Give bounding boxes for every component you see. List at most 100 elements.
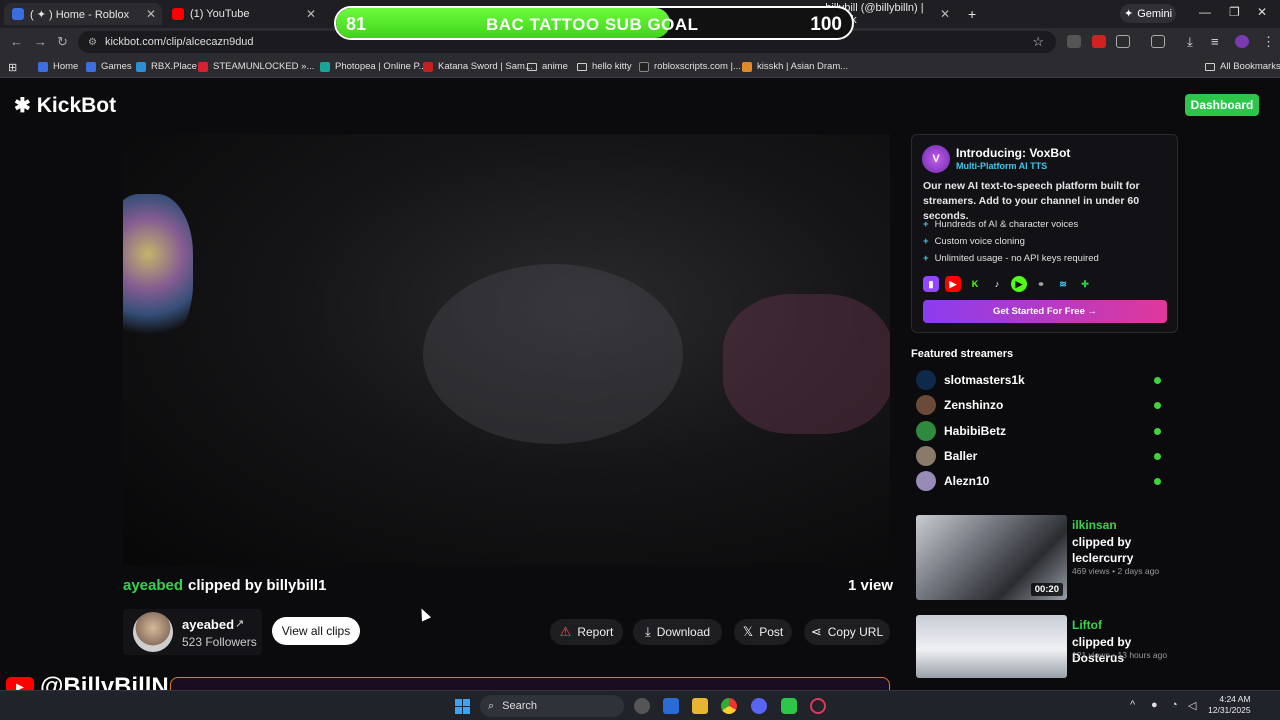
bot-icon: ✚ xyxy=(1081,278,1089,289)
featured-streamer[interactable]: Alezn10 xyxy=(916,470,1166,492)
post-label: Post xyxy=(759,625,784,639)
external-link-icon[interactable]: ↗ xyxy=(235,617,244,630)
tab-youtube[interactable]: (1) YouTube ✕ xyxy=(164,3,322,25)
clip-thumbnail[interactable] xyxy=(916,615,1067,678)
new-tab-button[interactable]: + xyxy=(960,3,980,25)
related-streamer[interactable]: Liftof xyxy=(1072,618,1102,632)
report-button[interactable]: ⚠ Report xyxy=(550,619,623,645)
extension-icon[interactable] xyxy=(1067,35,1081,48)
bookmark-kisskh[interactable]: kisskh | Asian Dram... xyxy=(742,61,848,72)
avatar xyxy=(916,370,936,390)
search-placeholder: Search xyxy=(502,700,538,712)
voxbot-promo-card: V Introducing: VoxBot Multi-Platform AI … xyxy=(911,134,1178,333)
avatar xyxy=(916,421,936,441)
clip-streamer-link[interactable]: ayeabed xyxy=(123,577,183,594)
restore-icon[interactable]: ❐ xyxy=(1229,5,1240,19)
discord-icon[interactable] xyxy=(751,698,767,714)
reading-list-icon[interactable]: ≡ xyxy=(1211,34,1219,49)
bookmark-katana[interactable]: Katana Sword | Sam... xyxy=(423,61,533,72)
clip-video-player[interactable] xyxy=(123,134,890,565)
clock-time: 4:24 AM xyxy=(1219,694,1251,704)
opera-icon[interactable] xyxy=(810,698,826,714)
sidebar-icon[interactable] xyxy=(1151,35,1165,48)
bookmark-robloxscripts[interactable]: robloxscripts.com |... xyxy=(639,61,741,72)
bookmarks-bar: ⊞ Home Games RBX.Place STEAMUNLOCKED »..… xyxy=(0,56,1280,78)
extensions-icon[interactable] xyxy=(1116,35,1130,48)
back-icon[interactable]: ← xyxy=(10,34,23,49)
apps-icon[interactable]: ⊞ xyxy=(8,61,17,74)
featured-streamer[interactable]: Baller xyxy=(916,445,1166,467)
tab-roblox-home[interactable]: ( ✦ ) Home - Roblox ✕ xyxy=(4,3,162,25)
report-label: Report xyxy=(577,625,614,639)
wifi-icon[interactable]: ◔ xyxy=(1171,699,1178,711)
clock-date: 12/31/2025 xyxy=(1208,705,1251,715)
bookmark-star-icon[interactable]: ☆ xyxy=(1032,34,1044,50)
roblox-icon xyxy=(86,61,96,72)
system-clock[interactable]: 4:24 AM 12/31/2025 xyxy=(1208,694,1251,716)
gemini-button[interactable]: ✦ Gemini xyxy=(1120,4,1176,23)
download-icon[interactable]: ⤓ xyxy=(1187,34,1193,50)
featured-streamer[interactable]: Zenshinzo xyxy=(916,394,1166,416)
app-icon[interactable] xyxy=(781,698,797,714)
volume-icon[interactable]: ◁ xyxy=(1188,699,1196,712)
related-clip[interactable]: Liftof clipped by Dosterus 121 views • 1… xyxy=(916,615,1176,701)
x-logo-icon: 𝕏 xyxy=(742,624,754,639)
clip-title: ayeabed clipped by billybill1 xyxy=(123,577,326,594)
file-explorer-icon[interactable] xyxy=(692,698,708,714)
bookmark-home[interactable]: Home xyxy=(38,61,78,72)
windows-start-icon[interactable] xyxy=(455,699,470,714)
app-icon[interactable] xyxy=(634,698,650,714)
author-name[interactable]: ayeabed xyxy=(182,617,234,632)
all-bookmarks[interactable]: All Bookmarks xyxy=(1205,61,1280,72)
featured-streamer[interactable]: slotmasters1k xyxy=(916,369,1166,391)
bookmark-rbxplace[interactable]: RBX.Place xyxy=(136,61,197,72)
chrome-icon[interactable] xyxy=(721,698,737,714)
view-all-clips-button[interactable]: View all clips xyxy=(272,617,360,645)
related-clip[interactable]: 00:20 ilkinsan clipped by leclercurry 46… xyxy=(916,515,1176,601)
streamer-name: Alezn10 xyxy=(944,474,990,488)
clip-thumbnail[interactable]: 00:20 xyxy=(916,515,1067,600)
store-icon[interactable] xyxy=(663,698,679,714)
extension-icon[interactable] xyxy=(1092,35,1106,48)
kickbot-logo[interactable]: ✱ KickBot xyxy=(14,93,116,118)
microphone-icon[interactable]: ● xyxy=(1151,699,1158,711)
profile-avatar[interactable] xyxy=(1235,35,1249,48)
forward-icon[interactable]: → xyxy=(34,34,47,49)
bookmark-steamunlocked[interactable]: STEAMUNLOCKED »... xyxy=(198,61,314,72)
download-icon: ⤓ xyxy=(644,624,651,639)
feature-text: Custom voice cloning xyxy=(934,236,1025,247)
reload-icon[interactable]: ↻ xyxy=(57,34,68,50)
dashboard-button[interactable]: Dashboard xyxy=(1185,94,1259,116)
close-icon[interactable]: ✕ xyxy=(146,7,156,21)
get-started-button[interactable]: Get Started For Free → xyxy=(923,300,1167,323)
clip-clipped-by: clipped by billybill1 xyxy=(188,577,327,594)
chevron-up-icon[interactable]: ^ xyxy=(1130,699,1135,711)
post-button[interactable]: 𝕏 Post xyxy=(734,619,792,645)
clip-views: 1 view xyxy=(848,577,894,594)
platform-icons: ▮ ▶ K ♪ ▶ ⚭ ≋ ✚ xyxy=(923,276,1093,292)
window-close-icon[interactable]: ✕ xyxy=(1257,5,1267,19)
search-icon: ⌕ xyxy=(488,699,495,712)
featured-streamer[interactable]: HabibiBetz xyxy=(916,420,1166,442)
steamunlocked-icon xyxy=(198,61,208,72)
copy-url-button[interactable]: ⋖ Copy URL xyxy=(804,619,890,645)
featured-streamers-heading: Featured streamers xyxy=(911,348,1014,360)
bookmark-folder-hello-kitty[interactable]: hello kitty xyxy=(577,61,632,72)
author-card[interactable]: ayeabed ↗ 523 Followers xyxy=(123,609,262,655)
author-followers: 523 Followers xyxy=(182,635,257,649)
avatar[interactable] xyxy=(133,612,173,652)
site-info-icon[interactable]: ⚙ xyxy=(88,37,97,48)
menu-icon[interactable]: ⋮ xyxy=(1262,34,1275,50)
download-button[interactable]: ⤓ Download xyxy=(633,619,722,645)
close-icon[interactable]: ✕ xyxy=(940,7,950,21)
taskbar-search[interactable]: ⌕ Search xyxy=(480,695,624,717)
bookmark-games[interactable]: Games xyxy=(86,61,132,72)
bookmark-label: Katana Sword | Sam... xyxy=(438,61,533,72)
katana-icon xyxy=(423,61,433,72)
close-icon[interactable]: ✕ xyxy=(306,7,316,21)
minimize-icon[interactable]: — xyxy=(1199,5,1211,19)
related-streamer[interactable]: ilkinsan xyxy=(1072,518,1117,532)
bookmark-folder-anime[interactable]: anime xyxy=(527,61,568,72)
logo-text: KickBot xyxy=(36,93,117,117)
bookmark-photopea[interactable]: Photopea | Online P... xyxy=(320,61,427,72)
